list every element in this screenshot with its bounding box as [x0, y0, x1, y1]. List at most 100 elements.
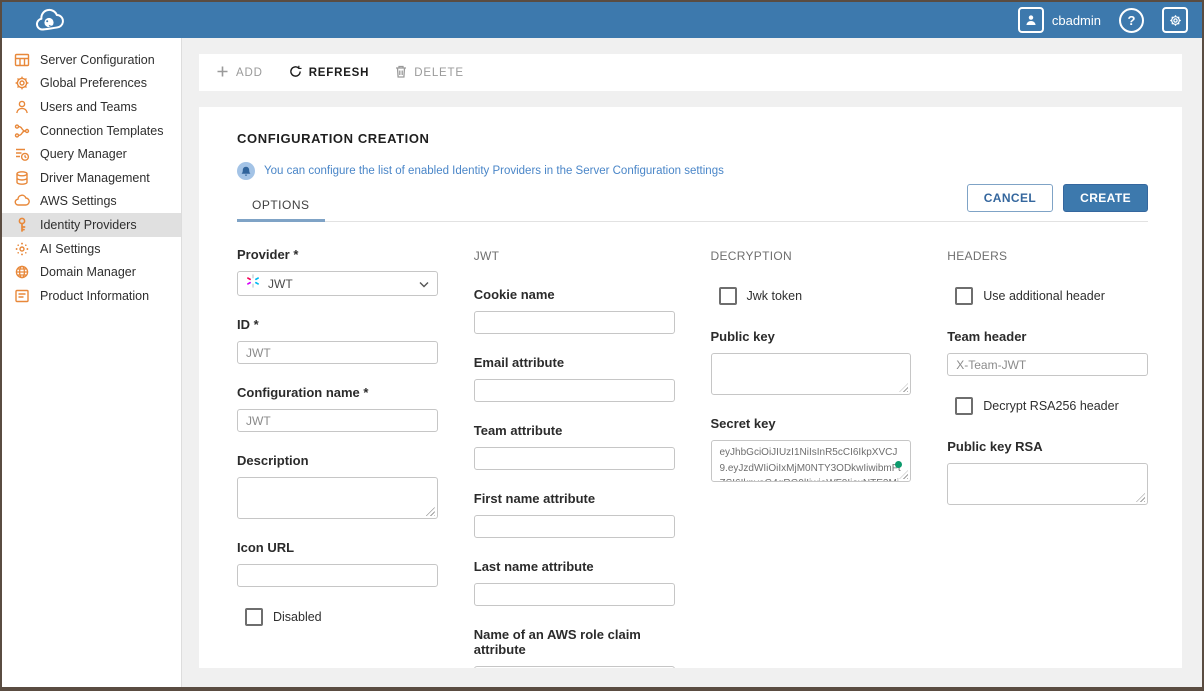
user-icon [1018, 7, 1044, 33]
cloud-icon [14, 193, 30, 209]
gear-icon [14, 75, 30, 91]
panel-title: CONFIGURATION CREATION [237, 131, 1148, 146]
configuration-name-input[interactable] [237, 409, 438, 432]
icon-url-label: Icon URL [237, 540, 438, 555]
decrypt-rsa256-header-checkbox[interactable] [955, 397, 973, 415]
main-content: ADD REFRESH DELETE CONFIGURATION CR [182, 38, 1202, 687]
settings-icon[interactable] [1162, 7, 1188, 33]
refresh-icon [289, 65, 302, 81]
sidebar-item-connection-templates[interactable]: Connection Templates [2, 119, 181, 143]
public-key-label: Public key [711, 329, 912, 344]
cloudbeaver-logo[interactable] [30, 5, 76, 35]
provider-select[interactable]: JWT [237, 271, 438, 296]
connection-icon [14, 123, 30, 139]
topbar: cbadmin ? [2, 2, 1202, 38]
id-input[interactable] [237, 341, 438, 364]
decryption-section-title: DECRYPTION [711, 249, 912, 263]
create-button[interactable]: CREATE [1063, 184, 1148, 212]
sidebar-item-query-manager[interactable]: Query Manager [2, 142, 181, 166]
sidebar-item-label: Driver Management [40, 171, 150, 185]
secret-key-label: Secret key [711, 416, 912, 431]
sidebar-item-domain-manager[interactable]: Domain Manager [2, 260, 181, 284]
team-attribute-label: Team attribute [474, 423, 675, 438]
add-button[interactable]: ADD [216, 65, 263, 81]
sidebar-item-label: Product Information [40, 289, 149, 303]
help-icon[interactable]: ? [1119, 8, 1144, 33]
aws-role-claim-input[interactable] [474, 666, 675, 668]
public-key-rsa-textarea[interactable] [947, 463, 1148, 505]
sidebar-item-label: AI Settings [40, 242, 100, 256]
secret-key-textarea[interactable]: eyJhbGciOiJIUzI1NiIsInR5cCI6IkpXVCJ9.eyJ… [711, 440, 912, 482]
sidebar-item-identity-providers[interactable]: Identity Providers [2, 213, 181, 237]
sidebar-item-global-preferences[interactable]: Global Preferences [2, 72, 181, 96]
notification-bell-icon [237, 162, 255, 180]
sidebar-item-aws-settings[interactable]: AWS Settings [2, 190, 181, 214]
use-additional-header-checkbox[interactable] [955, 287, 973, 305]
plus-icon [216, 65, 229, 81]
id-label: ID * [237, 317, 438, 332]
sidebar-item-label: AWS Settings [40, 194, 117, 208]
disabled-checkbox[interactable] [245, 608, 263, 626]
sidebar-item-label: Server Configuration [40, 53, 155, 67]
use-additional-header-label: Use additional header [983, 289, 1105, 303]
form-column-jwt: JWT Cookie name Email attribute Team att… [474, 247, 675, 668]
add-button-label: ADD [236, 67, 263, 79]
info-message: You can configure the list of enabled Id… [264, 165, 724, 177]
configuration-creation-panel: CONFIGURATION CREATION You can configure… [199, 107, 1182, 668]
last-name-attribute-input[interactable] [474, 583, 675, 606]
sidebar-item-ai-settings[interactable]: AI Settings [2, 237, 181, 261]
sidebar-item-label: Identity Providers [40, 218, 137, 232]
info-panel-icon [14, 288, 30, 304]
tab-options[interactable]: OPTIONS [237, 190, 325, 222]
first-name-attribute-label: First name attribute [474, 491, 675, 506]
items-toolbar: ADD REFRESH DELETE [199, 54, 1182, 91]
app-window: cbadmin ? Server Configuration Global Pr… [0, 0, 1204, 691]
team-attribute-input[interactable] [474, 447, 675, 470]
cookie-name-label: Cookie name [474, 287, 675, 302]
sidebar-item-server-configuration[interactable]: Server Configuration [2, 48, 181, 72]
sidebar-item-product-information[interactable]: Product Information [2, 284, 181, 308]
tabbar: OPTIONS CANCEL CREATE [237, 184, 1148, 222]
ai-sparkle-icon [14, 241, 30, 257]
description-label: Description [237, 453, 438, 468]
username: cbadmin [1052, 13, 1101, 28]
key-icon [14, 217, 30, 233]
team-header-label: Team header [947, 329, 1148, 344]
form-actions: CANCEL CREATE [967, 184, 1148, 212]
chevron-down-icon [419, 275, 429, 293]
team-header-input[interactable] [947, 353, 1148, 376]
jwk-token-checkbox[interactable] [719, 287, 737, 305]
delete-button-label: DELETE [414, 67, 464, 79]
server-configuration-icon [14, 52, 30, 68]
info-message-row: You can configure the list of enabled Id… [237, 162, 1148, 180]
sidebar-item-label: Connection Templates [40, 124, 163, 138]
email-attribute-input[interactable] [474, 379, 675, 402]
aws-role-claim-label: Name of an AWS role claim attribute [474, 627, 675, 657]
delete-button[interactable]: DELETE [395, 65, 464, 81]
sidebar-item-label: Global Preferences [40, 76, 147, 90]
sidebar-item-driver-management[interactable]: Driver Management [2, 166, 181, 190]
cookie-name-input[interactable] [474, 311, 675, 334]
refresh-button[interactable]: REFRESH [289, 65, 370, 81]
jwt-section-title: JWT [474, 249, 675, 263]
jwt-logo-icon [246, 274, 260, 293]
form-column-headers: HEADERS Use additional header Team heade… [947, 247, 1148, 668]
user-icon [14, 99, 30, 115]
first-name-attribute-input[interactable] [474, 515, 675, 538]
cancel-button[interactable]: CANCEL [967, 184, 1053, 212]
public-key-textarea[interactable] [711, 353, 912, 395]
user-menu[interactable]: cbadmin [1018, 7, 1101, 33]
sidebar-item-users-and-teams[interactable]: Users and Teams [2, 95, 181, 119]
provider-selected-value: JWT [268, 277, 411, 291]
form-column-general: Provider * JWT [237, 247, 438, 668]
configuration-name-label: Configuration name * [237, 385, 438, 400]
jwk-token-label: Jwk token [747, 289, 803, 303]
icon-url-input[interactable] [237, 564, 438, 587]
database-icon [14, 170, 30, 186]
sidebar-item-label: Users and Teams [40, 100, 137, 114]
globe-icon [14, 264, 30, 280]
email-attribute-label: Email attribute [474, 355, 675, 370]
description-textarea[interactable] [237, 477, 438, 519]
admin-sidebar: Server Configuration Global Preferences … [2, 38, 182, 687]
query-clock-icon [14, 146, 30, 162]
